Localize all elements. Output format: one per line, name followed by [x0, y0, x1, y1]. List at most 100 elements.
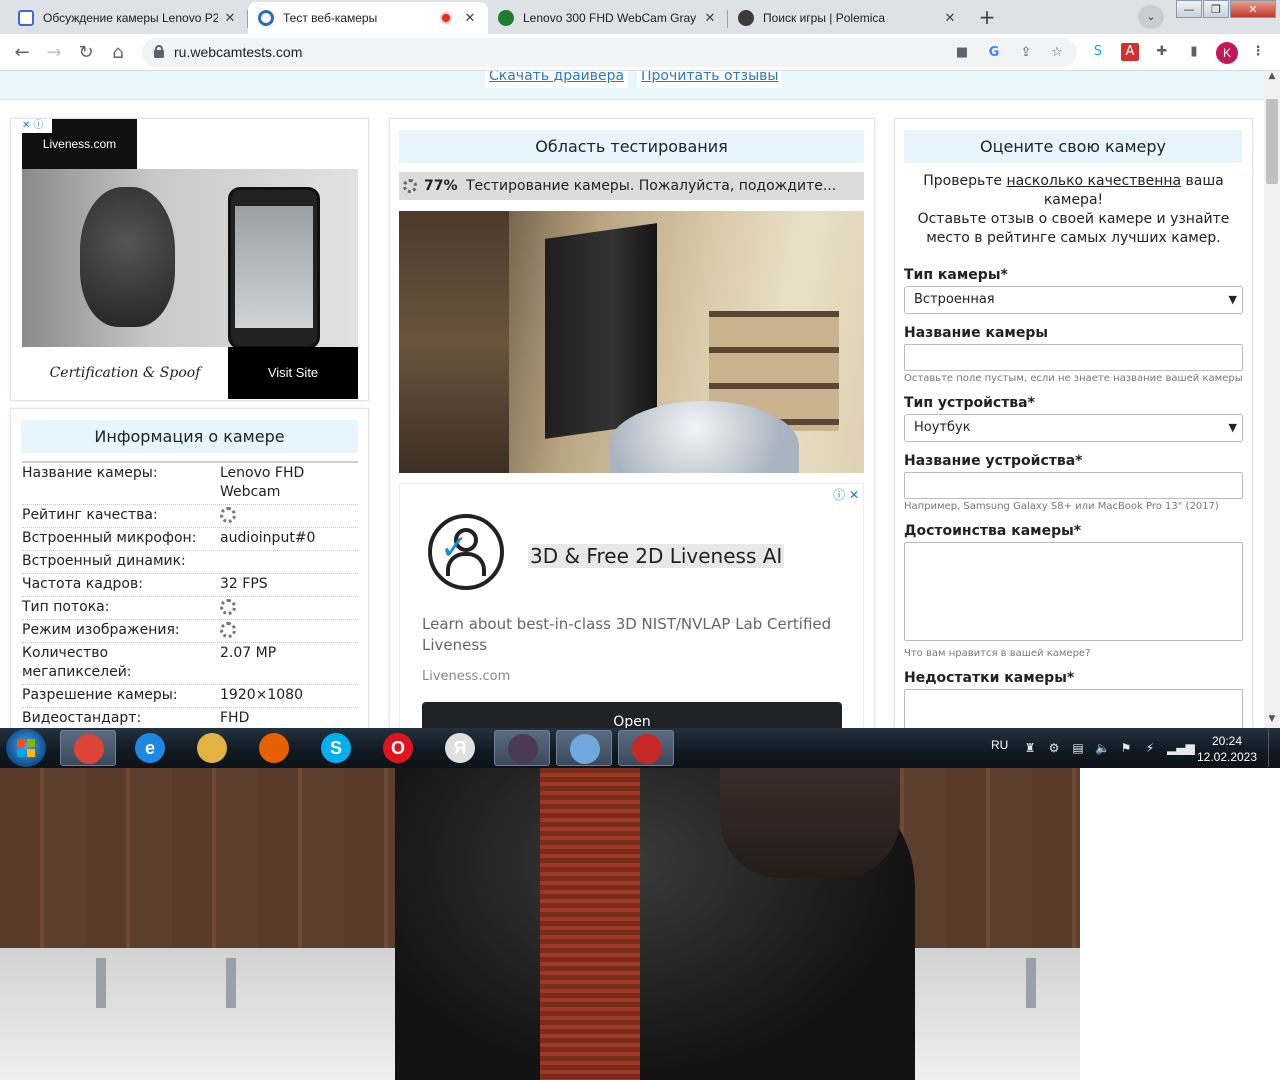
side-panel-icon[interactable]: ▮	[1185, 43, 1203, 61]
taskbar-app-button[interactable]	[618, 730, 674, 766]
camera-name-label: Название камеры	[904, 325, 1049, 341]
pros-label: Достоинства камеры*	[904, 523, 1082, 539]
blank-area	[1080, 768, 1280, 1080]
yandex-browser-icon: Я	[445, 733, 475, 763]
info-label: Встроенный микрофон:	[22, 530, 197, 546]
share-icon[interactable]: ⇪	[1018, 45, 1034, 61]
new-tab-button[interactable]: +	[973, 5, 1001, 31]
camera-type-select[interactable]: Встроенная ▼	[904, 286, 1243, 314]
device-name-hint: Например, Samsung Galaxy S8+ или MacBook…	[904, 501, 1219, 512]
taskbar-app-button[interactable]: S	[308, 730, 364, 766]
device-tray-icon[interactable]: ▤	[1071, 741, 1085, 755]
device-type-label: Тип устройства*	[904, 395, 1035, 411]
start-button[interactable]	[6, 729, 46, 767]
download-drivers-link[interactable]: Скачать драйвера	[485, 71, 629, 88]
antivirus-tray-icon[interactable]: ♜	[1023, 741, 1037, 755]
network-manager-tray-icon[interactable]: ⚙	[1047, 741, 1061, 755]
ad-close-info-icon[interactable]: ✕ ⓘ	[22, 119, 52, 133]
info-label: Рейтинг качества:	[22, 507, 158, 523]
tab-webcam-test[interactable]: Тест веб-камеры ✕	[248, 2, 488, 34]
camera-name-hint: Оставьте поле пустым, если не знаете наз…	[904, 373, 1243, 384]
top-links-strip: Скачать драйвера Прочитать отзывы	[0, 71, 1264, 100]
show-desktop-button[interactable]	[1268, 729, 1280, 767]
forward-button[interactable]: →	[40, 39, 68, 67]
address-bar[interactable]: ru.webcamtests.com ■ G ⇪ ☆	[142, 38, 1077, 67]
ad-photo	[22, 169, 358, 349]
tab-camera-discussion[interactable]: Обсуждение камеры Lenovo P2 ✕	[8, 2, 248, 34]
loading-spinner-icon	[220, 507, 236, 523]
close-window-button[interactable]: ✕	[1230, 0, 1276, 18]
taskbar-app-button[interactable]	[494, 730, 550, 766]
camera-name-input[interactable]	[904, 344, 1243, 371]
browser-toolbar: ← → ↻ ⌂ ru.webcamtests.com ■ G ⇪ ☆ S A ✚…	[0, 34, 1280, 71]
close-tab-icon[interactable]: ✕	[462, 10, 478, 26]
lock-icon[interactable]	[154, 45, 164, 58]
close-tab-icon[interactable]: ✕	[702, 10, 718, 26]
camera-info-row: Режим изображения:	[22, 620, 358, 643]
chevron-down-icon: ▼	[1228, 293, 1237, 306]
system-clock[interactable]: 20:24 12.02.2023	[1196, 733, 1258, 765]
liveness-ad-banner[interactable]: Liveness.com ✕ ⓘ Certification & Spoof B…	[22, 119, 358, 399]
info-value: 1920×1080	[220, 687, 303, 703]
profile-avatar[interactable]: K	[1216, 42, 1238, 64]
power-icon[interactable]: ⚡	[1143, 741, 1157, 755]
extensions-puzzle-icon[interactable]: ✚	[1153, 43, 1171, 61]
ad-source: Liveness.com	[422, 669, 511, 684]
taskbar-app-button[interactable]	[246, 730, 302, 766]
taskbar-app-button[interactable]: e	[122, 730, 178, 766]
camera-info-row: Тип потока:	[22, 597, 358, 620]
home-button[interactable]: ⌂	[104, 39, 132, 67]
scroll-down-arrow-icon[interactable]: ▼	[1264, 714, 1280, 728]
camera-info-row: Рейтинг качества:	[22, 505, 358, 528]
windows-taskbar: eSOЯ	[0, 728, 1280, 768]
liveness-ad-text[interactable]: ⓘ ✕ ✓ 3D & Free 2D Liveness AI Learn abo…	[399, 483, 864, 728]
taskbar-app-button[interactable]	[60, 730, 116, 766]
skype-extension-icon[interactable]: S	[1089, 43, 1107, 61]
loading-spinner-icon	[220, 622, 236, 638]
restore-button[interactable]: ❐	[1203, 0, 1229, 18]
taskbar-app-button[interactable]: Я	[432, 730, 488, 766]
minimize-button[interactable]: —	[1176, 0, 1202, 18]
language-indicator[interactable]: RU	[991, 738, 1008, 752]
ad-open-button[interactable]: Open	[422, 702, 842, 728]
visit-site-button[interactable]: Visit Site	[228, 347, 358, 399]
signal-strength-icon[interactable]: ▂▄▆	[1167, 741, 1195, 755]
page-scrollbar[interactable]: ▲ ▼	[1264, 71, 1280, 728]
tab-polemica[interactable]: Поиск игры | Polemica ✕	[728, 2, 968, 34]
tab-title: Тест веб-камеры	[283, 11, 378, 25]
scroll-up-arrow-icon[interactable]: ▲	[1264, 71, 1280, 85]
read-reviews-link[interactable]: Прочитать отзывы	[637, 71, 783, 88]
info-value: 2.07 MP	[220, 645, 277, 661]
taskbar-app-button[interactable]	[184, 730, 240, 766]
device-type-select[interactable]: Ноутбук ▼	[904, 414, 1243, 442]
pdf-extension-icon[interactable]: A	[1121, 43, 1139, 61]
info-label: Режим изображения:	[22, 622, 180, 638]
action-center-flag-icon[interactable]: ⚑	[1119, 741, 1133, 755]
taskbar-app-button[interactable]: O	[370, 730, 426, 766]
cons-textarea[interactable]	[904, 689, 1243, 728]
progress-status: Тестирование камеры. Пожалуйста, подожди…	[466, 178, 837, 194]
google-translate-icon[interactable]: G	[986, 45, 1002, 61]
opera-icon: O	[383, 733, 413, 763]
tab-lenovo-webcam[interactable]: Lenovo 300 FHD WebCam Gray ( ✕	[488, 2, 728, 34]
bookmark-star-icon[interactable]: ☆	[1049, 45, 1065, 61]
close-tab-icon[interactable]: ✕	[222, 10, 238, 26]
taskbar-app-button[interactable]	[556, 730, 612, 766]
skype-icon: S	[321, 733, 351, 763]
ad-title[interactable]: 3D & Free 2D Liveness AI	[528, 544, 785, 568]
kebab-menu-icon[interactable]: ⋮	[1249, 43, 1267, 61]
back-button[interactable]: ←	[8, 39, 36, 67]
info-value: Lenovo FHD Webcam	[220, 465, 305, 500]
game-icon	[508, 734, 538, 764]
clock-date: 12.02.2023	[1196, 750, 1258, 764]
tab-search-button[interactable]: ⌄	[1138, 5, 1164, 29]
device-name-input[interactable]	[904, 472, 1243, 499]
volume-icon[interactable]: 🔈	[1095, 741, 1110, 755]
scrollbar-thumb[interactable]	[1266, 99, 1278, 184]
quality-link[interactable]: насколько качественна	[1006, 173, 1181, 189]
close-tab-icon[interactable]: ✕	[942, 10, 958, 26]
pros-textarea[interactable]	[904, 542, 1243, 641]
reload-button[interactable]: ↻	[72, 39, 100, 67]
ad-info-close-icon[interactable]: ⓘ ✕	[833, 486, 859, 503]
camera-in-use-icon[interactable]: ■	[954, 45, 970, 61]
